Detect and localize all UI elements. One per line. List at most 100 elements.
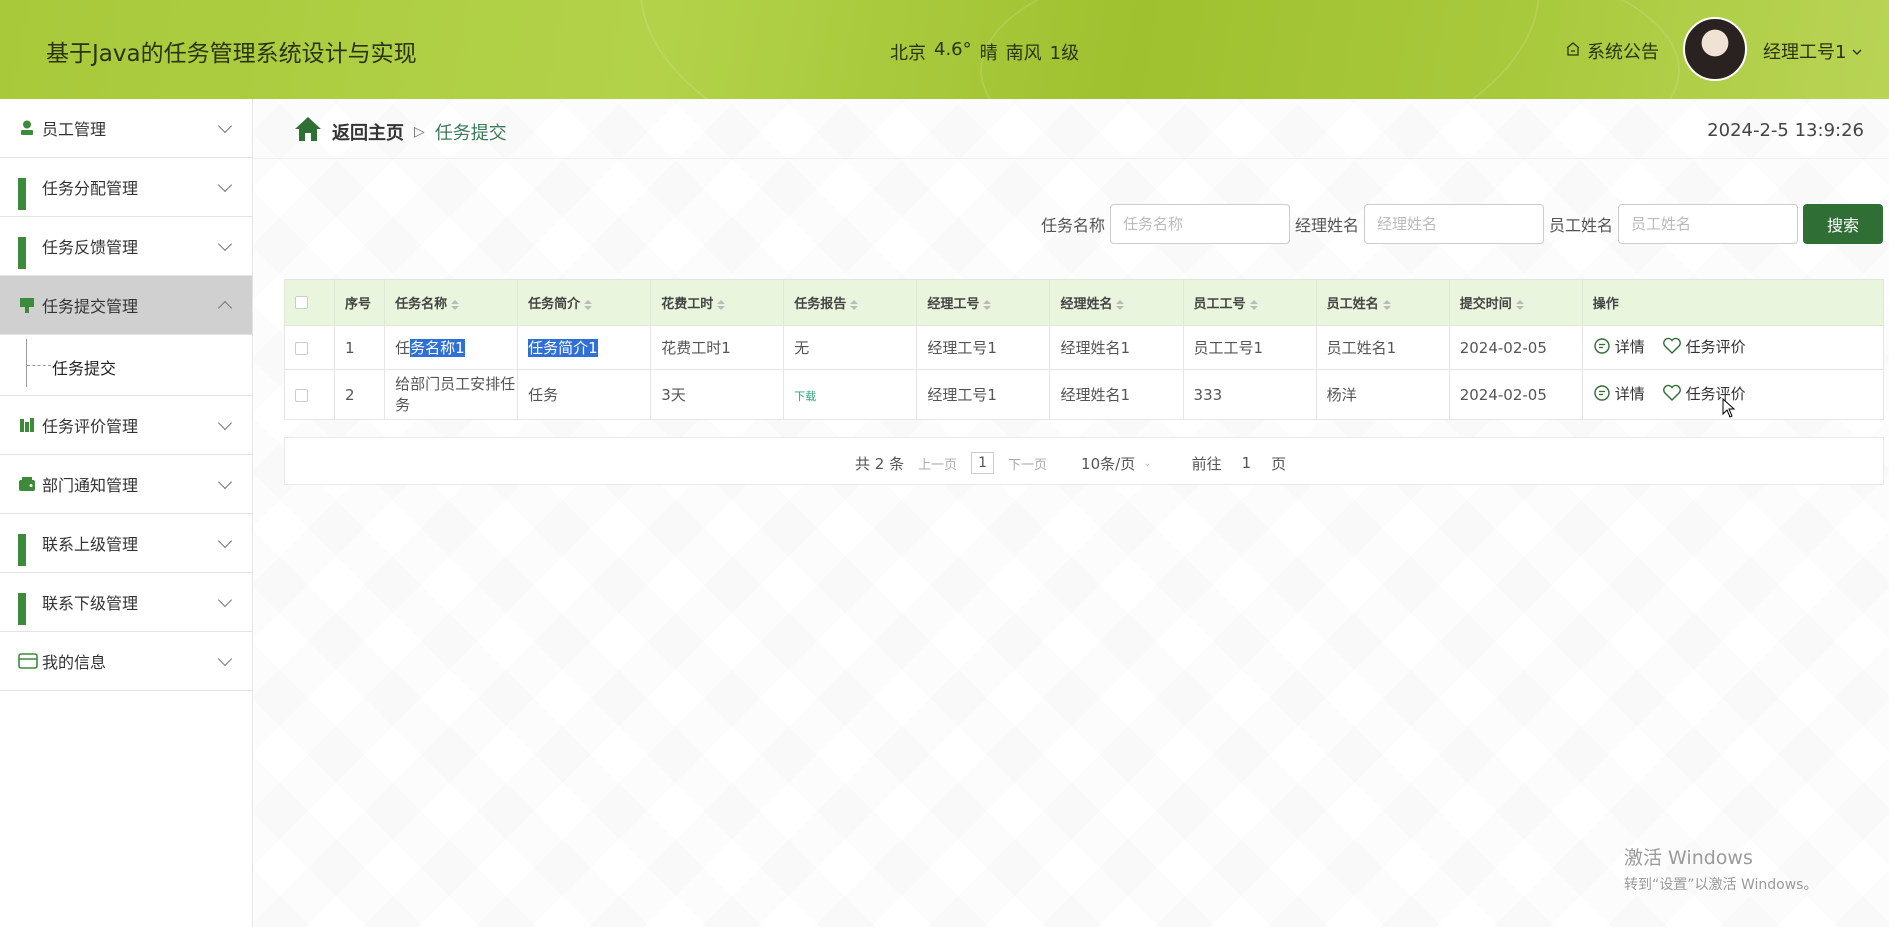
pagination-controls: 共 2 条 上一页 1 下一页 10条/页 ⌄ 前往 1 页 bbox=[855, 452, 1286, 474]
cell-hours: 3天 bbox=[650, 369, 785, 420]
tree-line bbox=[27, 365, 51, 366]
col-header-label: 经理姓名 bbox=[1060, 297, 1113, 312]
user-name-label: 经理工号1 bbox=[1763, 42, 1847, 63]
sort-icon[interactable] bbox=[717, 299, 726, 310]
home-icon[interactable] bbox=[294, 116, 322, 147]
upload-icon bbox=[18, 296, 36, 314]
task-name-label: 任务名称 bbox=[1041, 216, 1106, 235]
sort-icon[interactable] bbox=[584, 299, 593, 310]
cell-manager-name: 经理姓名1 bbox=[1049, 325, 1184, 370]
sidebar-item-employee[interactable]: 员工管理 bbox=[0, 99, 252, 158]
cell-task-intro: 任务 bbox=[517, 369, 652, 420]
sidebar-item-task-submit[interactable]: 任务提交管理 bbox=[0, 276, 252, 335]
table-row: 2 给部门员工安排任务 任务 3天 下载 经理工号1 经理姓名1 333 杨洋 … bbox=[283, 369, 1885, 420]
chevron-down-icon bbox=[217, 118, 233, 134]
breadcrumb: 返回主页 ▷ 任务提交 bbox=[294, 116, 507, 147]
col-header[interactable]: 花费工时 bbox=[650, 279, 785, 326]
detail-icon bbox=[1594, 385, 1610, 401]
detail-label: 详情 bbox=[1614, 337, 1645, 356]
cell-no: 2 bbox=[334, 369, 386, 420]
sidebar-item-label: 任务反馈管理 bbox=[42, 238, 139, 257]
search-button[interactable]: 搜索 bbox=[1803, 204, 1884, 244]
submenu-label: 任务提交 bbox=[52, 359, 117, 378]
heart-icon bbox=[1662, 338, 1681, 355]
row-select-cell bbox=[283, 369, 336, 420]
weather-condition: 晴 bbox=[979, 43, 998, 64]
grid-icon bbox=[18, 178, 36, 210]
col-header[interactable]: 员工工号 bbox=[1182, 279, 1317, 326]
evaluate-label: 任务评价 bbox=[1685, 384, 1746, 403]
breadcrumb-separator: ▷ bbox=[414, 123, 425, 140]
task-name-input[interactable] bbox=[1110, 204, 1291, 244]
col-header[interactable]: 任务名称 bbox=[384, 279, 519, 326]
chevron-down-icon bbox=[217, 474, 233, 490]
sidebar-item-task-evaluate[interactable]: 任务评价管理 bbox=[0, 396, 252, 455]
page-number[interactable]: 1 bbox=[971, 452, 995, 474]
manager-name-input[interactable] bbox=[1364, 204, 1545, 244]
announcement-link[interactable]: 系统公告 bbox=[1565, 38, 1659, 64]
sort-icon[interactable] bbox=[1515, 299, 1524, 310]
col-header-label: 经理工号 bbox=[927, 297, 980, 312]
col-header[interactable]: 提交时间 bbox=[1448, 279, 1583, 326]
detail-button[interactable]: 详情 bbox=[1593, 383, 1645, 404]
sort-icon[interactable] bbox=[1382, 299, 1391, 310]
sort-icon[interactable] bbox=[1249, 299, 1258, 310]
cell-no: 1 bbox=[334, 325, 386, 370]
next-page-button[interactable]: 下一页 bbox=[1008, 454, 1047, 473]
col-header[interactable]: 任务简介 bbox=[517, 279, 652, 326]
col-header-label: 提交时间 bbox=[1459, 297, 1512, 312]
breadcrumb-bar: 返回主页 ▷ 任务提交 2024-2-5 13:9:26 bbox=[254, 99, 1889, 159]
sort-icon[interactable] bbox=[1116, 299, 1125, 310]
select-all-checkbox[interactable] bbox=[295, 296, 308, 309]
submenu-task-submit[interactable]: 任务提交 bbox=[0, 335, 252, 396]
sidebar-item-label: 联系上级管理 bbox=[42, 535, 139, 554]
page-size-select[interactable]: 10条/页 ⌄ bbox=[1081, 453, 1152, 474]
row-checkbox[interactable] bbox=[295, 388, 308, 402]
user-menu[interactable]: 经理工号1 bbox=[1763, 38, 1862, 64]
chevron-down-icon bbox=[217, 415, 233, 431]
clock: 2024-2-5 13:9:26 bbox=[1707, 120, 1864, 141]
cell-actions: 详情 任务评价 bbox=[1581, 325, 1885, 370]
sidebar-item-contact-superior[interactable]: 联系上级管理 bbox=[0, 514, 252, 573]
prev-page-button[interactable]: 上一页 bbox=[918, 454, 957, 473]
sidebar-item-label: 员工管理 bbox=[42, 120, 107, 139]
top-header: 基于Java的任务管理系统设计与实现 北京 4.6° 晴 南风 1级 系统公告 … bbox=[0, 0, 1889, 99]
sidebar-item-my-info[interactable]: 我的信息 bbox=[0, 632, 252, 691]
submission-table: 序号 任务名称 任务简介 花费工时 任务报告 经理工号 经理姓名 员工工号 员工… bbox=[283, 279, 1885, 420]
cell-report: 无 bbox=[783, 325, 918, 370]
col-header-label: 员工姓名 bbox=[1326, 297, 1379, 312]
sort-icon[interactable] bbox=[451, 299, 460, 310]
sidebar-item-task-feedback[interactable]: 任务反馈管理 bbox=[0, 217, 252, 276]
app-title: 基于Java的任务管理系统设计与实现 bbox=[46, 41, 417, 67]
breadcrumb-home[interactable]: 返回主页 bbox=[332, 119, 404, 145]
grid-icon bbox=[18, 237, 36, 269]
avatar[interactable] bbox=[1683, 17, 1747, 81]
goto-page-input[interactable]: 1 bbox=[1242, 454, 1252, 472]
page-size-label: 10条/页 bbox=[1081, 454, 1136, 473]
cell-report: 下载 bbox=[783, 369, 918, 420]
col-header[interactable]: 经理姓名 bbox=[1049, 279, 1184, 326]
col-header: 序号 bbox=[334, 279, 386, 326]
row-checkbox[interactable] bbox=[295, 341, 308, 355]
cell-manager-name: 经理姓名1 bbox=[1049, 369, 1184, 420]
page-unit-label: 页 bbox=[1271, 454, 1287, 473]
select-all-cell bbox=[283, 279, 336, 326]
employee-name-input[interactable] bbox=[1618, 204, 1799, 244]
detail-label: 详情 bbox=[1614, 384, 1645, 403]
col-header[interactable]: 经理工号 bbox=[916, 279, 1051, 326]
evaluate-button[interactable]: 任务评价 bbox=[1662, 336, 1746, 357]
chevron-up-icon bbox=[217, 300, 233, 316]
cell-submit-time: 2024-02-05 bbox=[1448, 369, 1583, 420]
cell-employee-name: 杨洋 bbox=[1315, 369, 1450, 420]
col-header[interactable]: 任务报告 bbox=[783, 279, 918, 326]
sidebar-item-contact-subordinate[interactable]: 联系下级管理 bbox=[0, 573, 252, 632]
download-link[interactable]: 下载 bbox=[794, 390, 816, 403]
detail-button[interactable]: 详情 bbox=[1593, 336, 1645, 357]
col-header[interactable]: 员工姓名 bbox=[1315, 279, 1450, 326]
sidebar-item-task-assign[interactable]: 任务分配管理 bbox=[0, 158, 252, 217]
sidebar-item-dept-notice[interactable]: 部门通知管理 bbox=[0, 455, 252, 514]
sort-icon[interactable] bbox=[850, 299, 859, 310]
employee-name-label: 员工姓名 bbox=[1549, 216, 1614, 235]
cell-employee-no: 员工工号1 bbox=[1182, 325, 1317, 370]
sort-icon[interactable] bbox=[983, 299, 992, 310]
